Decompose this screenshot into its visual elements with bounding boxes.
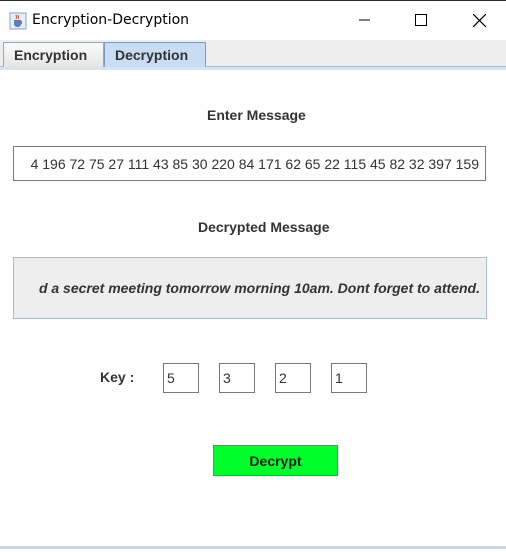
window-title: Encryption-Decryption [32,12,190,28]
decrypt-button[interactable]: Decrypt [213,445,338,476]
close-button[interactable] [456,1,502,39]
maximize-icon [415,14,427,26]
tab-content-border [0,67,506,70]
key-label: Key : [100,369,135,385]
key-field-1[interactable]: 5 [163,363,199,393]
enter-message-label: Enter Message [207,107,306,123]
decrypted-message-box: d a secret meeting tomorrow morning 10am… [13,257,487,319]
key-field-3[interactable]: 2 [275,363,311,393]
java-cup-icon [9,12,27,30]
key-field-4[interactable]: 1 [331,363,367,393]
panel-bottom-border [0,546,506,549]
decrypted-message-text: d a secret meeting tomorrow morning 10am… [38,280,480,296]
minimize-button[interactable] [342,1,388,39]
close-icon [472,13,486,27]
key-field-2[interactable]: 3 [219,363,255,393]
message-input[interactable]: 4 196 72 75 27 111 43 85 30 220 84 171 6… [13,146,486,181]
tab-decryption[interactable]: Decryption [104,42,206,67]
maximize-button[interactable] [398,1,444,39]
tab-encryption[interactable]: Encryption [3,42,104,67]
decrypted-message-label: Decrypted Message [198,219,330,235]
tab-strip: Encryption Decryption [0,40,506,67]
minimize-icon [359,19,370,21]
title-bar: Encryption-Decryption [0,0,506,40]
